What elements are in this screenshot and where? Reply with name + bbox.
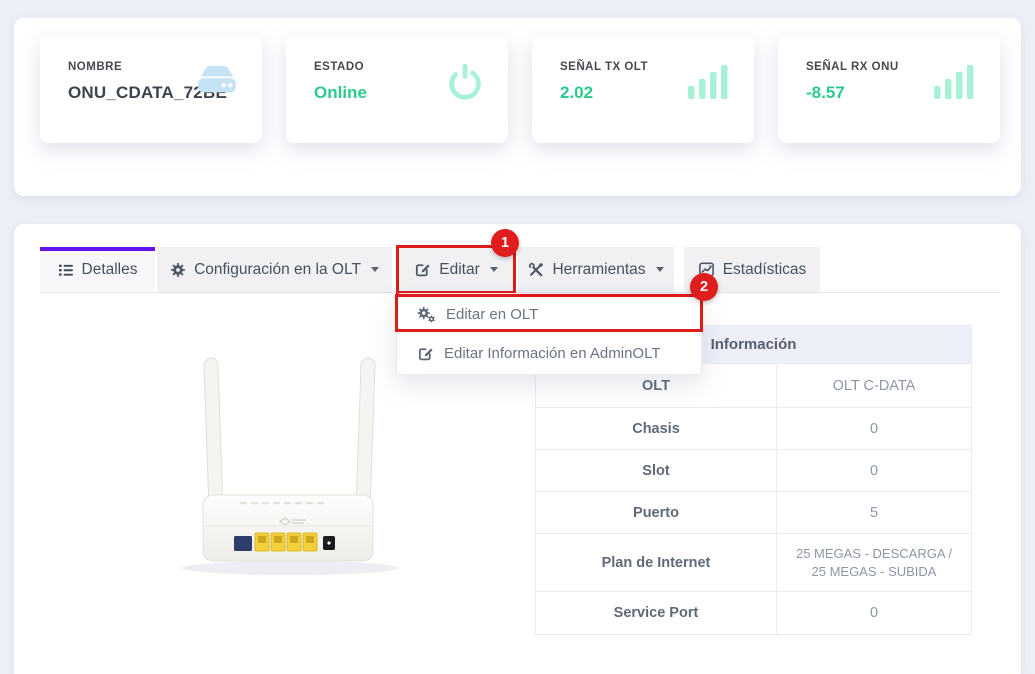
editar-dropdown-menu: Editar en OLT Editar Información en Admi… (396, 293, 702, 375)
stat-label: SEÑAL TX OLT (560, 61, 648, 73)
stat-card-senal-tx-olt: SEÑAL TX OLT 2.02 (532, 35, 754, 143)
annotation-badge-2: 2 (690, 273, 718, 301)
list-icon (58, 262, 74, 278)
tab-label: Herramientas (552, 261, 645, 279)
tab-label: Editar (439, 261, 480, 279)
row-value: 5 (777, 492, 971, 533)
tab-herramientas[interactable]: Herramientas (518, 247, 674, 292)
router-icon (194, 65, 240, 104)
row-value: 0 (777, 450, 971, 491)
row-value: 25 MEGAS - DESCARGA / 25 MEGAS - SUBIDA (777, 534, 971, 591)
row-label: Service Port (536, 592, 777, 634)
power-icon (444, 61, 486, 108)
cogs-icon (417, 306, 436, 323)
caret-down-icon (490, 267, 498, 272)
tab-label: Configuración en la OLT (194, 261, 361, 279)
tx-signal-value: 2.02 (560, 83, 593, 103)
annotation-badge-1: 1 (491, 229, 519, 257)
tab-label: Estadísticas (723, 261, 807, 279)
stat-label: ESTADO (314, 61, 364, 73)
row-value: 0 (777, 408, 971, 449)
edit-icon (417, 345, 434, 362)
stat-card-nombre: NOMBRE ONU_CDATA_72BE (40, 35, 262, 143)
tab-configuracion-olt[interactable]: Configuración en la OLT (157, 247, 392, 292)
stat-card-estado: ESTADO Online (286, 35, 508, 143)
row-label: Chasis (536, 408, 777, 449)
table-row: Service Port 0 (535, 591, 972, 635)
row-label: Plan de Internet (536, 534, 777, 591)
table-row: Chasis 0 (535, 407, 972, 449)
status-value: Online (314, 83, 367, 103)
gear-icon (170, 262, 186, 278)
signal-bars-icon (688, 61, 732, 104)
menu-item-label: Editar en OLT (446, 306, 538, 323)
onu-product-image (158, 352, 438, 595)
caret-down-icon (656, 267, 664, 272)
tab-label: Detalles (82, 261, 138, 279)
caret-down-icon (371, 267, 379, 272)
row-label: Slot (536, 450, 777, 491)
tab-detalles[interactable]: Detalles (40, 247, 155, 292)
edit-icon (414, 261, 431, 278)
menu-item-label: Editar Información en AdminOLT (444, 345, 661, 362)
tools-icon (528, 262, 544, 278)
stat-card-senal-rx-onu: SEÑAL RX ONU -8.57 (778, 35, 1000, 143)
signal-bars-icon (934, 61, 978, 104)
stat-label: SEÑAL RX ONU (806, 61, 899, 73)
table-row: Plan de Internet 25 MEGAS - DESCARGA / 2… (535, 533, 972, 591)
row-label: Puerto (536, 492, 777, 533)
table-row: Puerto 5 (535, 491, 972, 533)
row-value: OLT C-DATA (777, 364, 971, 407)
rx-signal-value: -8.57 (806, 83, 845, 103)
menu-item-editar-en-olt[interactable]: Editar en OLT (397, 295, 701, 334)
table-row: Slot 0 (535, 449, 972, 491)
menu-item-editar-informacion-adminolt[interactable]: Editar Información en AdminOLT (397, 334, 701, 373)
row-value: 0 (777, 592, 971, 634)
stat-label: NOMBRE (68, 61, 122, 73)
